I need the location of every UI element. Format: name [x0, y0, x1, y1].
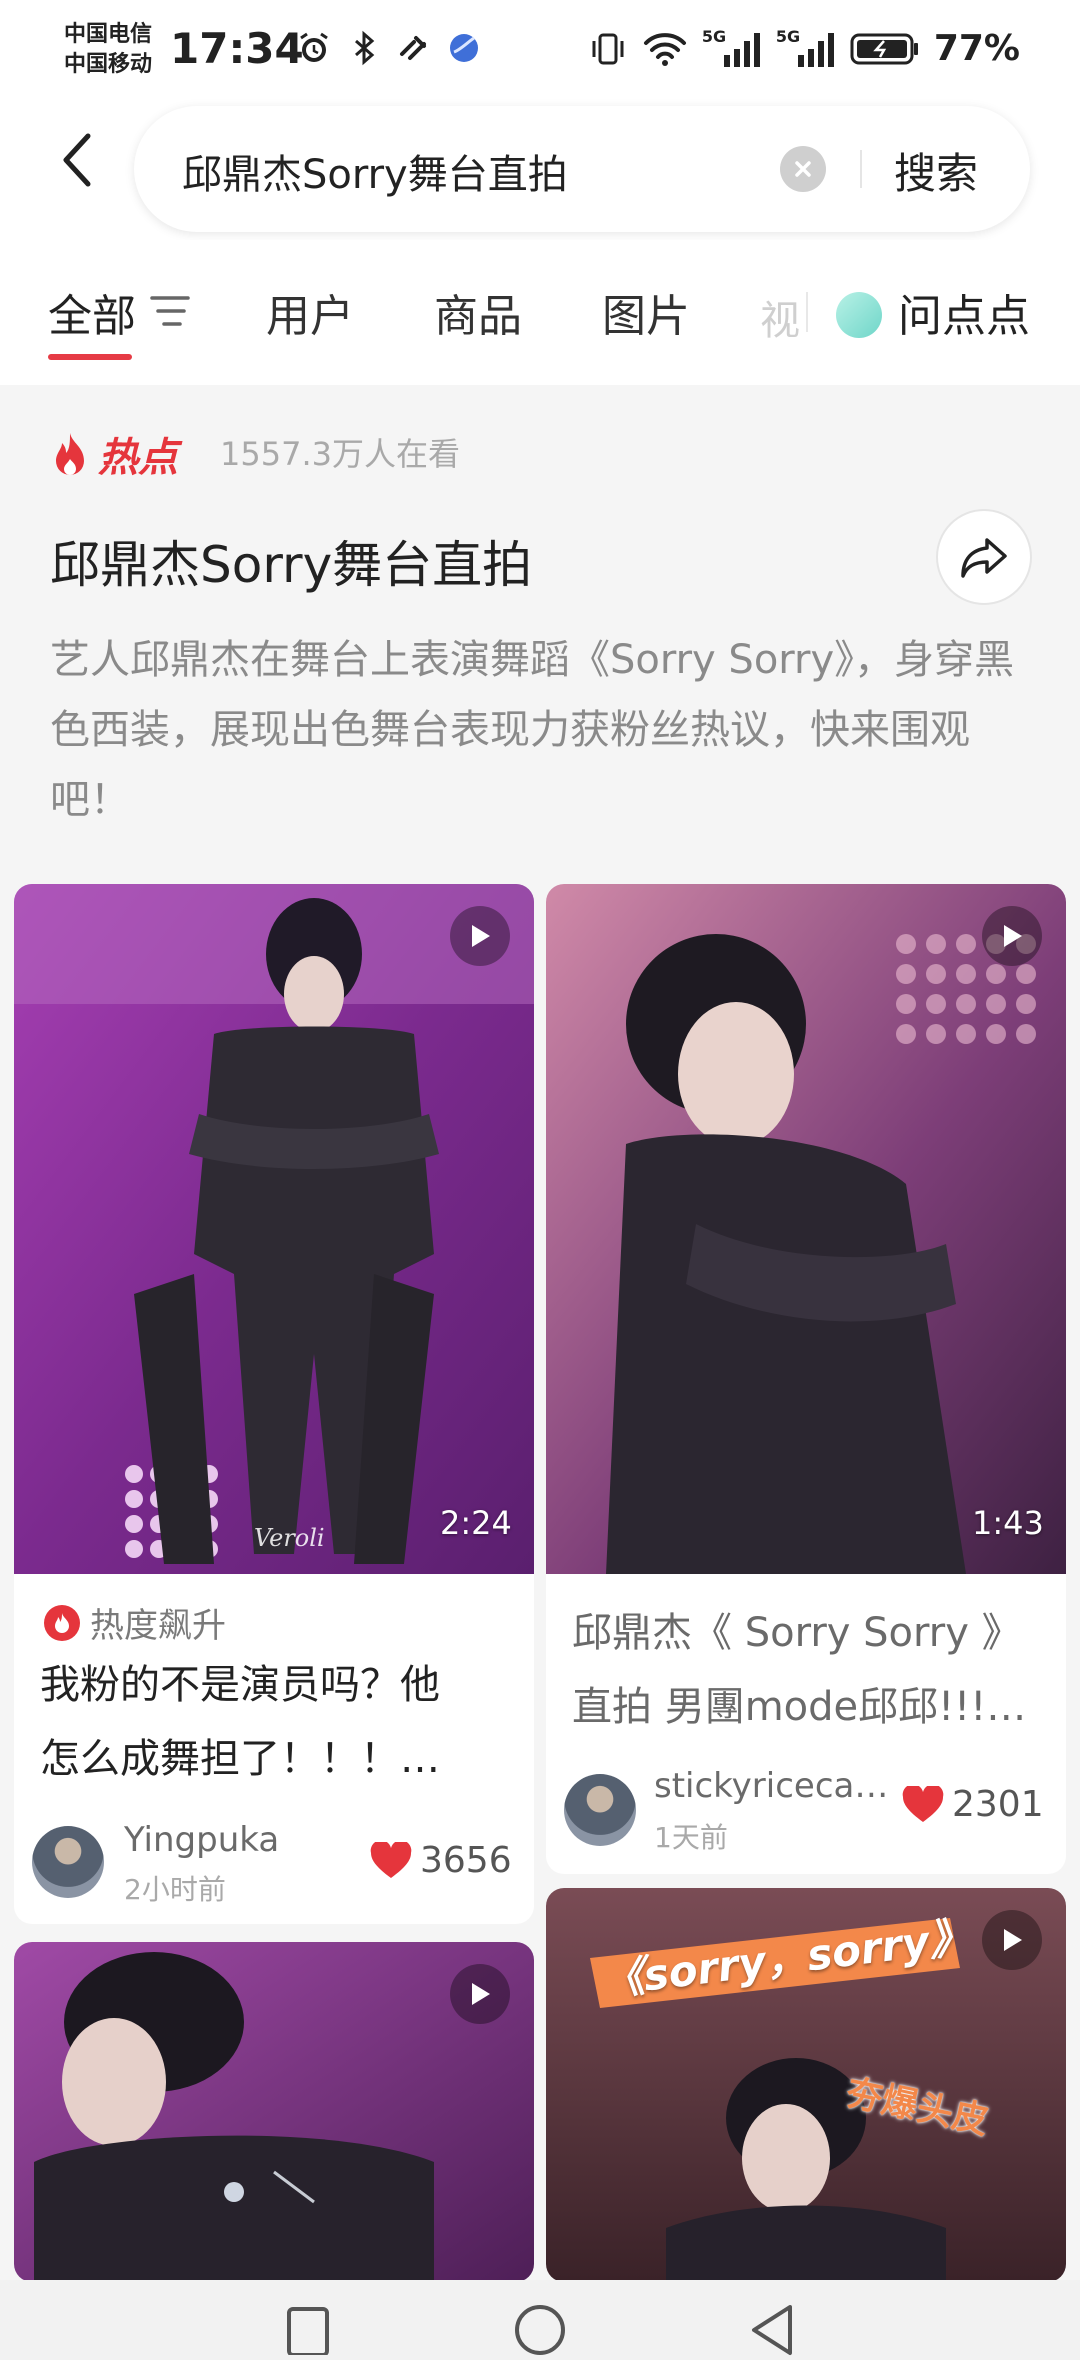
- carrier-names: 中国电信 中国移动: [64, 20, 152, 80]
- signal-icon-1: 5G: [701, 26, 762, 69]
- signal-icon-2: 5G: [775, 26, 836, 69]
- clock: 17:34: [170, 24, 304, 73]
- tab-bar: 全部 用户 商品 图片 视 问点点: [0, 240, 1080, 385]
- play-button[interactable]: [982, 906, 1042, 966]
- search-box[interactable]: 邱鼎杰Sorry舞台直拍 搜索: [134, 106, 1030, 232]
- heart-icon: [370, 1841, 412, 1878]
- fire-icon: [56, 433, 84, 475]
- post-time: 1天前: [654, 1821, 728, 1854]
- search-row: 邱鼎杰Sorry舞台直拍 搜索: [0, 100, 1080, 240]
- carrier-2: 中国移动: [64, 52, 153, 77]
- video-card-1[interactable]: 2:24 Veroli 热度飙升 我粉的不是演员吗？他 怎么成舞担了！！！… Y…: [14, 884, 534, 1924]
- wifi-icon: [643, 32, 686, 66]
- carrier-1: 中国电信: [64, 22, 153, 47]
- hot-badge: 热点: [50, 425, 178, 483]
- tab-products[interactable]: 商品: [434, 280, 522, 344]
- back-nav-button[interactable]: [742, 2300, 802, 2360]
- vibrate-icon: [592, 33, 624, 64]
- nfc-icon: [400, 36, 426, 60]
- recent-apps-button[interactable]: [278, 2300, 338, 2360]
- battery-icon: [850, 33, 918, 64]
- video-thumbnail-1[interactable]: [14, 884, 534, 1574]
- video-duration: 1:43: [972, 1504, 1044, 1542]
- network-label-1: 5G: [701, 26, 727, 46]
- system-nav-bar: [0, 2280, 1080, 2360]
- video-card-4[interactable]: 《sorry，sorry》 夯爆头皮: [546, 1888, 1066, 2282]
- play-icon: [1004, 1929, 1022, 1951]
- clear-search-button[interactable]: [780, 146, 826, 192]
- author-name[interactable]: stickyriceca…: [654, 1766, 888, 1806]
- video-thumbnail-2[interactable]: [546, 884, 1066, 1574]
- back-button[interactable]: [48, 130, 108, 190]
- search-divider: [860, 150, 862, 188]
- like-button[interactable]: 3656: [370, 1840, 512, 1881]
- card-title-line-2[interactable]: 怎么成舞担了！！！…: [40, 1722, 440, 1796]
- like-count: 2301: [952, 1784, 1044, 1825]
- share-button[interactable]: [936, 509, 1032, 605]
- alarm-icon: [300, 32, 328, 62]
- card-title-line-1[interactable]: 邱鼎杰《 Sorry Sorry 》: [572, 1596, 1022, 1670]
- triangle-back-icon: [752, 2305, 792, 2355]
- wendiandian-icon[interactable]: [836, 292, 882, 338]
- hot-topic-section: 热点 1557.3万人在看 邱鼎杰Sorry舞台直拍 艺人邱鼎杰在舞台上表演舞蹈…: [0, 385, 1080, 865]
- square-icon: [287, 2307, 329, 2355]
- post-time: 2小时前: [124, 1873, 226, 1906]
- trend-label: 热度飙升: [90, 1606, 226, 1646]
- filter-icon[interactable]: [150, 294, 190, 328]
- play-icon: [472, 925, 490, 947]
- app-status-icon: [450, 34, 478, 62]
- battery-percent: 77%: [933, 28, 1020, 69]
- tab-images[interactable]: 图片: [602, 280, 690, 344]
- network-label-2: 5G: [775, 26, 801, 46]
- hot-viewers: 1557.3万人在看: [220, 435, 460, 473]
- bluetooth-icon: [355, 30, 375, 66]
- back-icon: [63, 133, 91, 187]
- hot-description: 艺人邱鼎杰在舞台上表演舞蹈《Sorry Sorry》，身穿黑色西装，展现出色舞台…: [50, 637, 1015, 823]
- hot-title[interactable]: 邱鼎杰Sorry舞台直拍: [50, 525, 532, 597]
- tab-users[interactable]: 用户: [266, 280, 354, 344]
- card-title-line-2[interactable]: 直拍 男團mode邱邱!!!…: [572, 1670, 1026, 1744]
- play-button[interactable]: [450, 1964, 510, 2024]
- author-name[interactable]: Yingpuka: [124, 1820, 279, 1860]
- search-input[interactable]: 邱鼎杰Sorry舞台直拍: [182, 142, 568, 200]
- card-title-line-1[interactable]: 我粉的不是演员吗？他: [40, 1648, 440, 1722]
- video-card-2[interactable]: 1:43 邱鼎杰《 Sorry Sorry 》 直拍 男團mode邱邱!!!… …: [546, 884, 1066, 1874]
- like-button[interactable]: 2301: [902, 1784, 1044, 1825]
- clear-icon: [795, 161, 811, 177]
- fire-icon: [44, 1604, 80, 1641]
- tab-wendiandian[interactable]: 问点点: [898, 280, 1030, 344]
- search-button[interactable]: 搜索: [894, 140, 978, 201]
- play-icon: [472, 1983, 490, 2005]
- status-icons-right: 5G 5G 77%: [588, 26, 1020, 69]
- trend-badge: 热度飙升: [44, 1598, 226, 1647]
- play-button[interactable]: [982, 1910, 1042, 1970]
- hot-label: 热点: [98, 435, 178, 481]
- watermark: Veroli: [254, 1524, 325, 1552]
- heart-icon: [902, 1785, 944, 1822]
- tab-all[interactable]: 全部: [48, 280, 136, 344]
- active-tab-indicator: [48, 354, 132, 360]
- play-icon: [1004, 925, 1022, 947]
- play-button[interactable]: [450, 906, 510, 966]
- avatar[interactable]: [564, 1774, 636, 1846]
- home-button[interactable]: [510, 2300, 570, 2360]
- tab-separator: [806, 292, 808, 332]
- status-bar: 中国电信 中国移动 17:34 5G 5G 77%: [0, 0, 1080, 100]
- share-icon: [961, 538, 1007, 578]
- video-duration: 2:24: [440, 1504, 512, 1542]
- circle-icon: [515, 2305, 565, 2355]
- like-count: 3656: [420, 1840, 512, 1881]
- status-icons-left: [296, 30, 482, 66]
- video-card-3[interactable]: [14, 1942, 534, 2282]
- avatar[interactable]: [32, 1826, 104, 1898]
- tab-partial[interactable]: 视: [760, 288, 800, 346]
